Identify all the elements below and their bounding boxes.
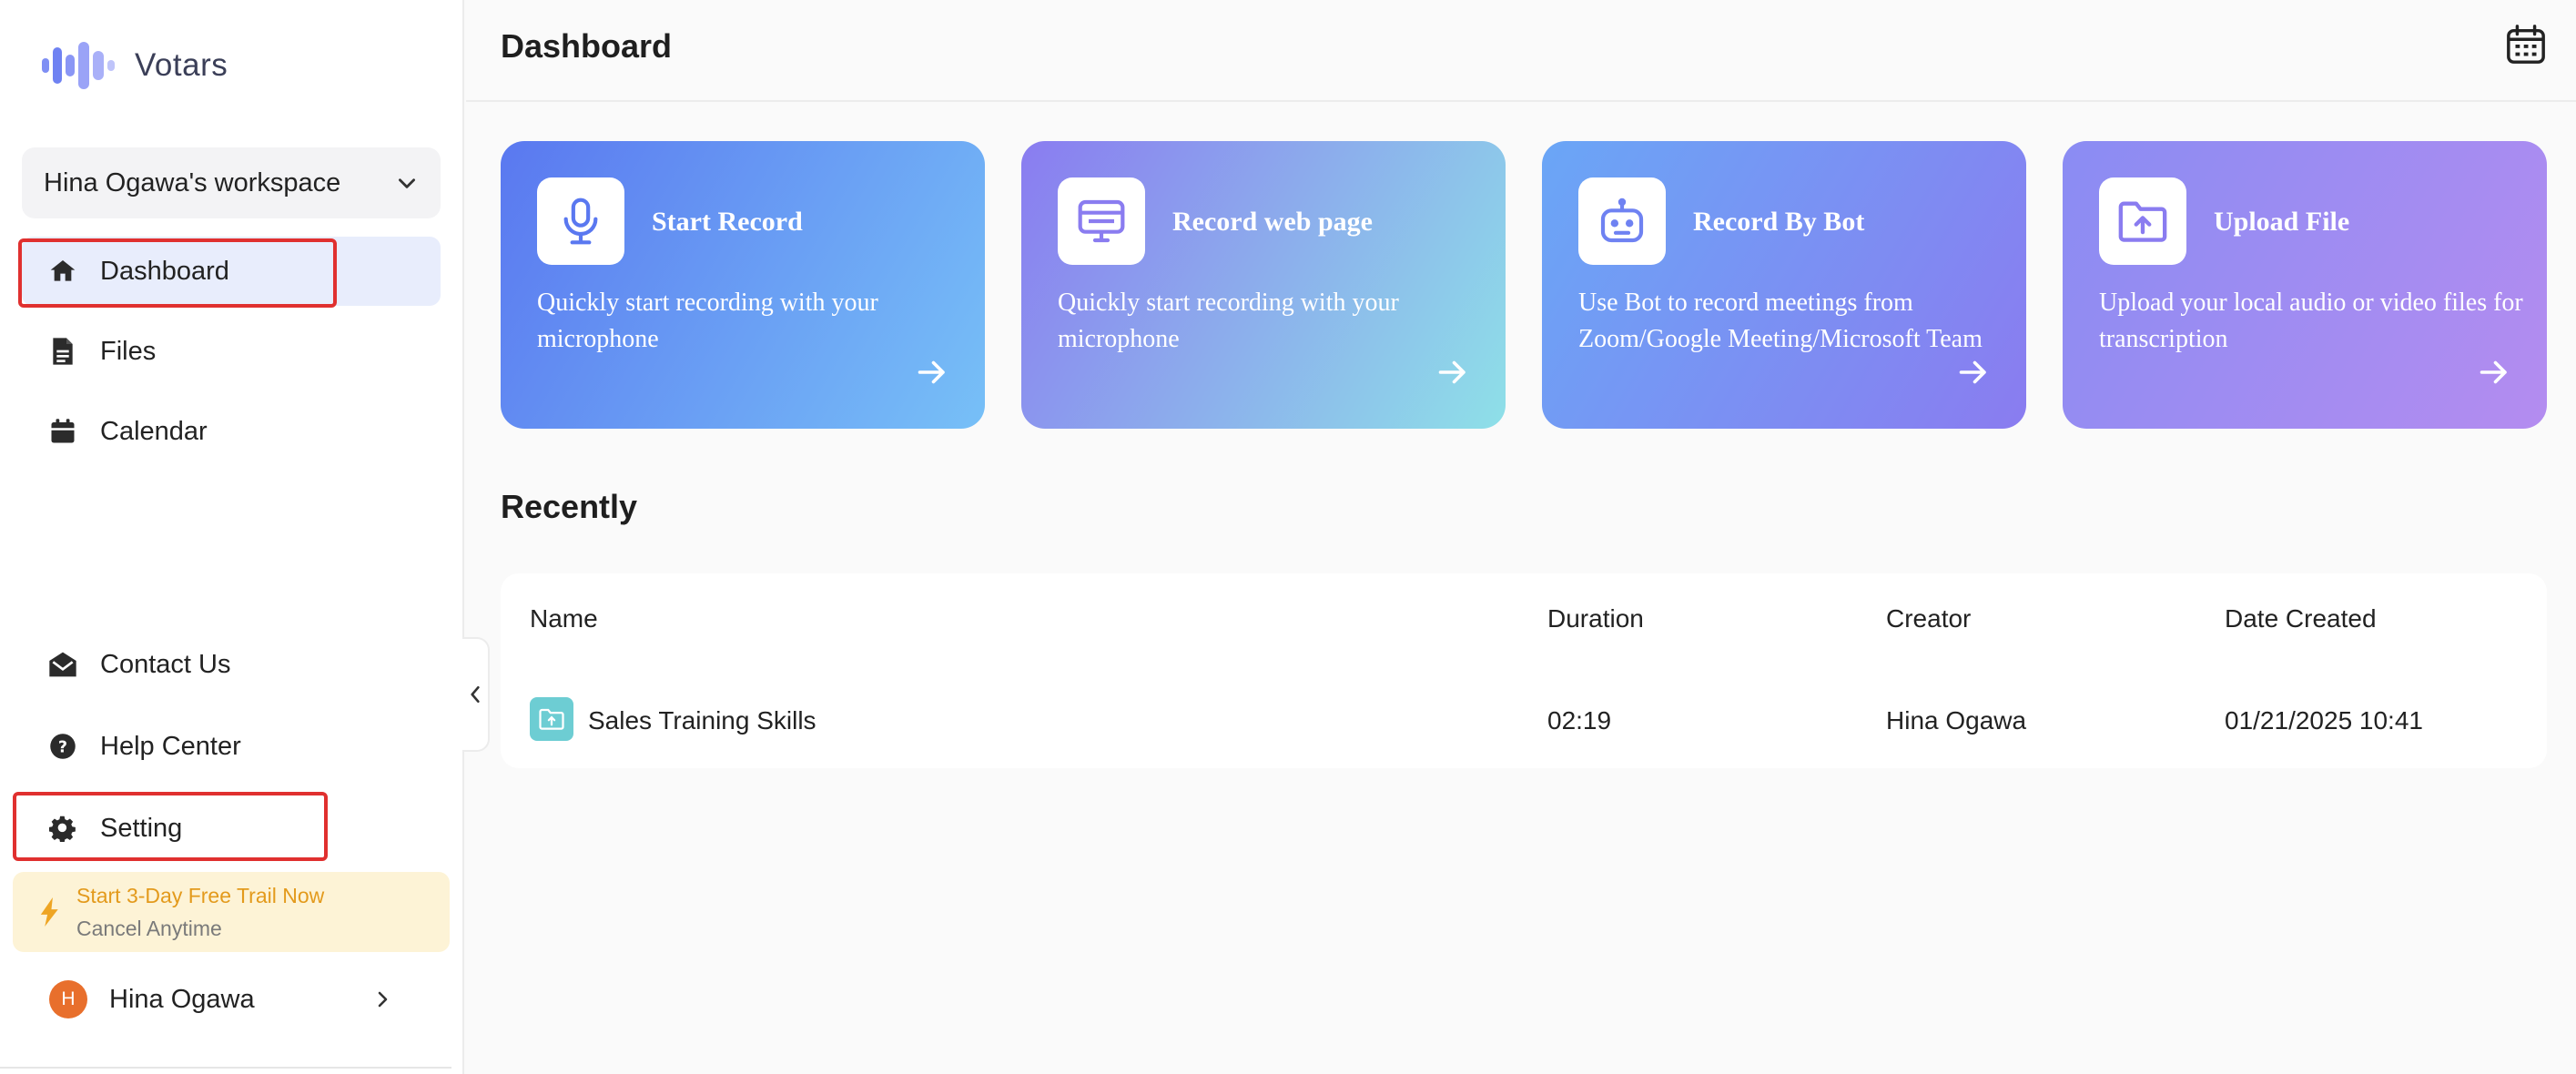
sidebar-item-label: Help Center xyxy=(100,731,241,761)
top-bar: Dashboard xyxy=(466,0,2576,102)
upload-file-card[interactable]: Upload File Upload your local audio or v… xyxy=(2063,141,2547,429)
votars-logo-icon xyxy=(42,42,115,89)
sidebar-item-label: Calendar xyxy=(100,416,208,446)
sidebar-item-label: Files xyxy=(100,336,157,366)
record-web-page-card[interactable]: Record web page Quickly start recording … xyxy=(1021,141,1506,429)
sidebar-item-calendar[interactable]: Calendar xyxy=(22,397,441,466)
folder-upload-icon xyxy=(530,697,573,741)
svg-text:?: ? xyxy=(58,738,67,756)
home-icon xyxy=(47,256,78,287)
card-title: Record By Bot xyxy=(1693,207,1865,237)
arrow-right-icon xyxy=(918,360,945,384)
card-description: Quickly start recording with your microp… xyxy=(537,289,878,353)
sidebar-item-label: Setting xyxy=(100,813,183,843)
sidebar-item-help-center[interactable]: ? Help Center xyxy=(22,712,441,781)
arrow-right-icon xyxy=(2480,360,2507,384)
mail-open-icon xyxy=(47,649,78,680)
column-header-name[interactable]: Name xyxy=(530,604,598,633)
file-icon xyxy=(47,336,78,367)
monitor-icon xyxy=(1058,177,1145,265)
calendar-icon xyxy=(47,416,78,447)
sidebar: Votars Hina Ogawa's workspace Dashboard … xyxy=(0,0,464,1074)
card-description: Use Bot to record meetings from Zoom/Goo… xyxy=(1578,289,1983,353)
robot-icon xyxy=(1578,177,1666,265)
file-name[interactable]: Sales Training Skills xyxy=(588,706,816,735)
sidebar-item-label: Contact Us xyxy=(100,649,231,679)
chevron-down-icon xyxy=(399,178,415,188)
calendar-icon xyxy=(2507,25,2545,64)
recent-files-table: Name Duration Creator Date Created Sales… xyxy=(501,573,2547,768)
chevron-right-icon xyxy=(378,991,388,1008)
app-name: Votars xyxy=(135,47,228,83)
sidebar-item-label: Dashboard xyxy=(100,256,229,286)
help-circle-icon: ? xyxy=(47,731,78,762)
divider xyxy=(0,1067,451,1069)
column-header-date-created[interactable]: Date Created xyxy=(2225,604,2377,633)
card-title: Upload File xyxy=(2214,207,2350,237)
folder-upload-icon xyxy=(2099,177,2186,265)
sidebar-item-contact-us[interactable]: Contact Us xyxy=(22,630,441,699)
record-by-bot-card[interactable]: Record By Bot Use Bot to record meetings… xyxy=(1542,141,2026,429)
recently-title: Recently xyxy=(501,488,638,525)
free-trial-banner[interactable]: Start 3-Day Free Trail Now Cancel Anytim… xyxy=(13,872,450,952)
file-date-created: 01/21/2025 10:41 xyxy=(2225,706,2423,735)
avatar: H xyxy=(49,980,87,1018)
trial-title: Start 3-Day Free Trail Now xyxy=(76,884,325,907)
app-logo[interactable]: Votars xyxy=(40,38,228,93)
lightning-icon xyxy=(40,897,58,927)
workspace-name: Hina Ogawa's workspace xyxy=(44,167,341,198)
workspace-selector[interactable]: Hina Ogawa's workspace xyxy=(22,147,441,218)
column-header-creator[interactable]: Creator xyxy=(1886,604,1971,633)
trial-subtitle: Cancel Anytime xyxy=(76,917,222,940)
chevron-left-icon xyxy=(471,685,480,704)
user-name: Hina Ogawa xyxy=(109,984,255,1014)
column-header-duration[interactable]: Duration xyxy=(1547,604,1644,633)
card-description: Quickly start recording with your microp… xyxy=(1058,289,1399,353)
file-duration: 02:19 xyxy=(1547,706,1612,735)
sidebar-item-files[interactable]: Files xyxy=(22,317,441,386)
sidebar-item-dashboard[interactable]: Dashboard xyxy=(22,237,441,306)
user-profile[interactable]: H Hina Ogawa xyxy=(22,970,441,1028)
calendar-button[interactable] xyxy=(2503,22,2549,67)
sidebar-item-setting[interactable]: Setting xyxy=(22,794,441,863)
file-creator: Hina Ogawa xyxy=(1886,706,2027,735)
arrow-right-icon xyxy=(1438,360,1465,384)
card-description: Upload your local audio or video files f… xyxy=(2099,289,2523,353)
card-title: Record web page xyxy=(1172,207,1373,237)
sidebar-collapse-button[interactable] xyxy=(462,637,490,752)
arrow-right-icon xyxy=(1959,360,1986,384)
start-record-card[interactable]: Start Record Quickly start recording wit… xyxy=(501,141,985,429)
page-title: Dashboard xyxy=(501,27,673,65)
microphone-icon xyxy=(537,177,624,265)
card-title: Start Record xyxy=(652,207,803,237)
gear-icon xyxy=(47,813,78,844)
